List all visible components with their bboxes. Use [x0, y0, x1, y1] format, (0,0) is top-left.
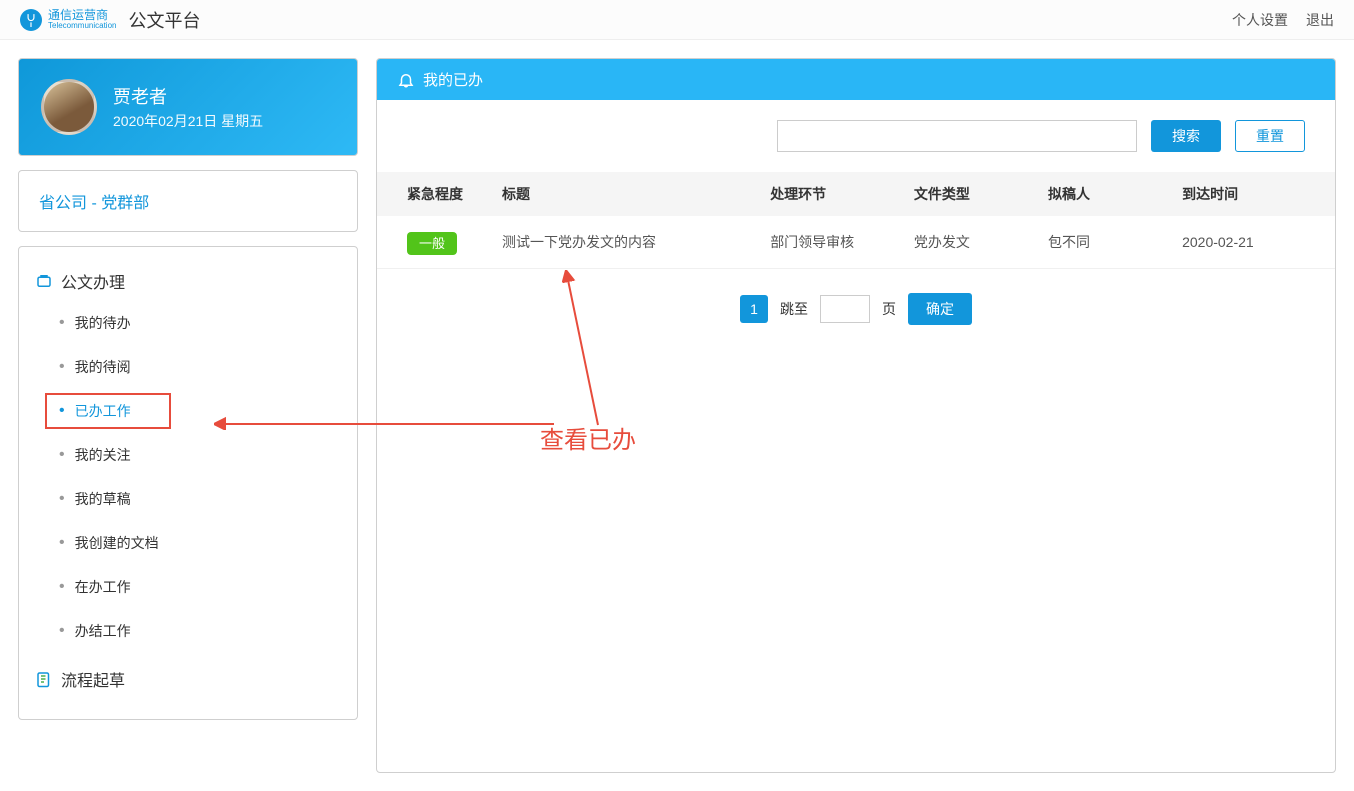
toolbar: 搜索 重置 — [377, 100, 1335, 172]
user-card: 贾老者 2020年02月21日 星期五 — [18, 58, 358, 156]
nav-item-my-created[interactable]: 我创建的文档 — [19, 521, 357, 565]
table-row[interactable]: 一般 测试一下党办发文的内容 部门领导审核 党办发文 包不同 2020-02-2… — [377, 216, 1335, 269]
nav-item-label: 我的关注 — [75, 445, 131, 465]
nav-item-my-draft[interactable]: 我的草稿 — [19, 477, 357, 521]
nav-item-label: 我的草稿 — [75, 489, 131, 509]
page-current[interactable]: 1 — [740, 295, 768, 323]
col-drafter: 拟稿人 — [1038, 172, 1172, 216]
nav-item-my-toread[interactable]: 我的待阅 — [19, 345, 357, 389]
logo: 通信运营商 Telecommunication 公文平台 — [20, 7, 200, 33]
org-path: 省公司 - 党群部 — [18, 170, 358, 232]
user-name: 贾老者 — [113, 83, 263, 109]
brand-name: 通信运营商 — [48, 9, 116, 21]
pager: 1 跳至 页 确定 — [377, 269, 1335, 349]
nav-item-label: 在办工作 — [75, 577, 131, 597]
panel-header: 我的已办 — [377, 59, 1335, 100]
search-button[interactable]: 搜索 — [1151, 120, 1221, 152]
nav-section-flow-label: 流程起草 — [61, 667, 125, 691]
settings-link[interactable]: 个人设置 — [1232, 10, 1288, 30]
avatar — [41, 79, 97, 135]
logout-link[interactable]: 退出 — [1306, 10, 1334, 30]
reset-button[interactable]: 重置 — [1235, 120, 1305, 152]
nav-item-label: 我的待阅 — [75, 357, 131, 377]
jump-input[interactable] — [820, 295, 870, 323]
col-arrival: 到达时间 — [1172, 172, 1335, 216]
cell-arrival: 2020-02-21 — [1172, 216, 1335, 269]
app-header: 通信运营商 Telecommunication 公文平台 个人设置 退出 — [0, 0, 1354, 40]
cell-stage: 部门领导审核 — [760, 216, 904, 269]
bell-icon — [397, 71, 415, 89]
panel-title: 我的已办 — [423, 69, 483, 90]
col-type: 文件类型 — [904, 172, 1038, 216]
data-table: 紧急程度 标题 处理环节 文件类型 拟稿人 到达时间 一般 测试一下党办发文的内… — [377, 172, 1335, 269]
search-input[interactable] — [777, 120, 1137, 152]
sidebar: 贾老者 2020年02月21日 星期五 省公司 - 党群部 公文办理 我的待办 … — [18, 58, 358, 773]
nav-section-documents[interactable]: 公文办理 — [19, 261, 357, 301]
nav-item-label: 办结工作 — [75, 621, 131, 641]
main-panel: 我的已办 搜索 重置 紧急程度 标题 处理环节 文件类型 拟稿人 到达时间 一般 — [376, 58, 1336, 773]
nav-section-flow[interactable]: 流程起草 — [19, 659, 357, 699]
nav-item-done-work[interactable]: 已办工作 — [19, 389, 357, 433]
nav-item-label: 已办工作 — [75, 401, 131, 421]
nav-item-my-follow[interactable]: 我的关注 — [19, 433, 357, 477]
user-date: 2020年02月21日 星期五 — [113, 111, 263, 131]
logo-icon — [20, 9, 42, 31]
nav-section-documents-label: 公文办理 — [61, 269, 125, 293]
nav-card: 公文办理 我的待办 我的待阅 已办工作 我的关注 我的草稿 我创建的文档 在办工… — [18, 246, 358, 720]
jump-confirm-button[interactable]: 确定 — [908, 293, 972, 325]
nav-item-completed[interactable]: 办结工作 — [19, 609, 357, 653]
brand-sub: Telecommunication — [48, 21, 116, 30]
cell-type: 党办发文 — [904, 216, 1038, 269]
nav-item-in-progress[interactable]: 在办工作 — [19, 565, 357, 609]
col-title: 标题 — [492, 172, 760, 216]
col-stage: 处理环节 — [760, 172, 904, 216]
nav-item-label: 我的待办 — [75, 313, 131, 333]
jump-label-post: 页 — [882, 299, 896, 319]
col-urgency: 紧急程度 — [377, 172, 492, 216]
cell-title: 测试一下党办发文的内容 — [492, 216, 760, 269]
urgency-badge: 一般 — [407, 232, 457, 255]
jump-label-pre: 跳至 — [780, 299, 808, 319]
nav-item-my-todo[interactable]: 我的待办 — [19, 301, 357, 345]
app-title: 公文平台 — [128, 7, 200, 33]
nav-item-label: 我创建的文档 — [75, 533, 159, 553]
cell-drafter: 包不同 — [1038, 216, 1172, 269]
